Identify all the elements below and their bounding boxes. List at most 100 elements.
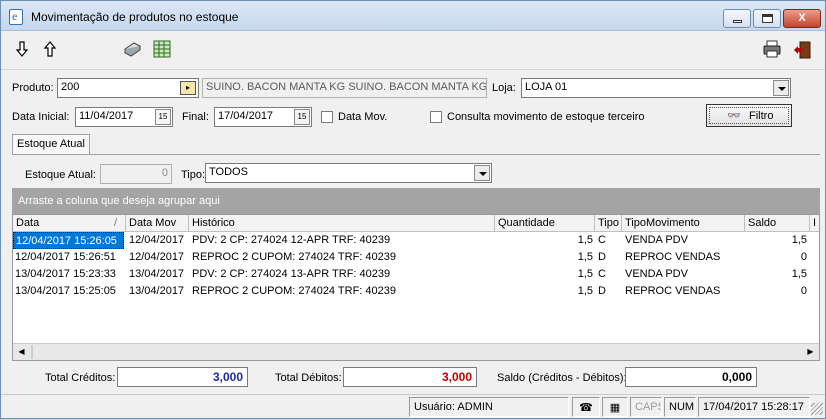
column-header-extra[interactable]: I [810, 215, 819, 232]
table-row[interactable]: 13/04/2017 15:25:05 13/04/2017 REPROC 2 … [13, 283, 819, 300]
estoque-atual-field: 0 [100, 164, 172, 184]
terceiro-checkbox[interactable] [430, 111, 442, 123]
cell-tipo-movimento[interactable]: VENDA PDV [623, 232, 745, 249]
grid-header: Data / Data Mov Histórico Quantidade Tip… [13, 215, 819, 232]
cell-tipo[interactable]: D [596, 249, 622, 266]
cell-historico[interactable]: PDV: 2 CP: 274024 12-APR TRF: 40239 [190, 232, 495, 249]
arrow-down-icon[interactable] [11, 40, 33, 62]
print-icon[interactable] [121, 40, 143, 62]
calendar-icon[interactable]: 15 [155, 109, 171, 125]
maximize-icon [762, 14, 773, 23]
movements-grid: Data / Data Mov Histórico Quantidade Tip… [12, 214, 820, 361]
group-by-area[interactable]: Arraste a coluna que deseja agrupar aqui [12, 188, 820, 214]
data-inicial-label: Data Inicial: [12, 111, 70, 123]
cell-saldo[interactable]: 1,5 [745, 266, 809, 283]
minimize-icon [733, 20, 742, 23]
status-user: Usuário: ADMIN [409, 397, 569, 417]
window-title: Movimentação de produtos no estoque [31, 10, 239, 24]
status-bar: Usuário: ADMIN ☎ ▦ CAPS NUM 17/04/2017 1… [1, 394, 825, 418]
cell-tipo[interactable]: C [596, 266, 622, 283]
table-row[interactable]: 12/04/2017 15:26:51 12/04/2017 REPROC 2 … [13, 249, 819, 266]
cell-tipo[interactable]: D [596, 283, 622, 300]
calendar-icon[interactable]: 15 [294, 109, 310, 125]
phone-icon: ☎ [572, 397, 600, 417]
tab-estoque-atual[interactable]: Estoque Atual [12, 134, 90, 155]
data-mov-checkbox[interactable] [321, 111, 333, 123]
printer-icon[interactable] [761, 40, 783, 62]
cell-tipo[interactable]: C [596, 232, 622, 249]
column-header-tipo[interactable]: Tipo [595, 215, 622, 232]
data-inicial-field[interactable]: 11/04/2017 15 [75, 107, 173, 127]
produto-description: SUINO. BACON MANTA KG SUINO. BACON MANTA… [202, 78, 487, 98]
close-button[interactable]: X [783, 9, 821, 28]
cell-historico[interactable]: PDV: 2 CP: 274024 13-APR TRF: 40239 [190, 266, 495, 283]
title-bar: Movimentação de produtos no estoque X [1, 1, 825, 31]
estoque-atual-label: Estoque Atual: [25, 169, 96, 181]
status-caps: CAPS [630, 397, 662, 417]
column-header-quantidade[interactable]: Quantidade [495, 215, 595, 232]
saldo-label: Saldo (Créditos - Débitos): [497, 372, 627, 384]
column-header-saldo[interactable]: Saldo [745, 215, 810, 232]
cell-quantidade[interactable]: 1,5 [495, 249, 595, 266]
scroll-thumb[interactable] [31, 345, 33, 359]
cell-saldo[interactable]: 1,5 [745, 232, 809, 249]
scroll-right-icon[interactable]: ▶ [802, 344, 819, 360]
minimize-button[interactable] [723, 9, 751, 28]
filtro-label: Filtro [749, 110, 774, 122]
data-mov-label: Data Mov. [338, 111, 388, 123]
final-label: Final: [182, 111, 209, 123]
cell-tipo-movimento[interactable]: REPROC VENDAS [623, 249, 745, 266]
cell-tipo-movimento[interactable]: VENDA PDV [623, 266, 745, 283]
produto-code-field[interactable]: 200 ▸ [57, 78, 199, 98]
table-row[interactable]: 13/04/2017 15:23:33 13/04/2017 PDV: 2 CP… [13, 266, 819, 283]
app-window: Movimentação de produtos no estoque X Pr… [0, 0, 826, 419]
table-row[interactable]: 12/04/2017 15:26:05 12/04/2017 PDV: 2 CP… [13, 232, 819, 249]
cell-saldo[interactable]: 0 [745, 249, 809, 266]
column-header-data[interactable]: Data / [13, 215, 126, 232]
chevron-down-icon[interactable] [773, 80, 789, 96]
column-header-historico[interactable]: Histórico [189, 215, 495, 232]
cell-tipo-movimento[interactable]: REPROC VENDAS [623, 283, 745, 300]
cell-data[interactable]: 12/04/2017 15:26:05 [13, 232, 124, 249]
search-folder-icon[interactable]: ▸ [180, 81, 196, 95]
tipo-select[interactable]: TODOS [205, 163, 492, 183]
cell-saldo[interactable]: 0 [745, 283, 809, 300]
cell-data-mov[interactable]: 13/04/2017 [127, 266, 189, 283]
horizontal-scrollbar[interactable]: ◀ ▶ [13, 343, 819, 360]
maximize-button[interactable] [753, 9, 781, 28]
binoculars-icon: 👓 [727, 110, 741, 122]
calculator-icon: ▦ [602, 397, 628, 417]
tipo-value: TODOS [209, 166, 248, 178]
cell-data-mov[interactable]: 13/04/2017 [127, 283, 189, 300]
cell-data[interactable]: 12/04/2017 15:26:51 [13, 249, 126, 266]
total-debitos-value: 3,000 [343, 367, 477, 387]
cell-historico[interactable]: REPROC 2 CUPOM: 274024 TRF: 40239 [190, 249, 495, 266]
chevron-down-icon[interactable] [474, 165, 490, 181]
filtro-button[interactable]: 👓 Filtro [706, 104, 792, 127]
arrow-up-icon[interactable] [39, 40, 61, 62]
loja-value: LOJA 01 [525, 81, 568, 93]
cell-data[interactable]: 13/04/2017 15:23:33 [13, 266, 126, 283]
data-final-field[interactable]: 17/04/2017 15 [214, 107, 312, 127]
loja-select[interactable]: LOJA 01 [521, 78, 791, 98]
cell-quantidade[interactable]: 1,5 [495, 266, 595, 283]
total-creditos-label: Total Créditos: [45, 372, 116, 384]
scroll-left-icon[interactable]: ◀ [13, 344, 30, 360]
column-header-data-mov[interactable]: Data Mov [126, 215, 189, 232]
cell-quantidade[interactable]: 1,5 [495, 232, 595, 249]
status-num: NUM [664, 397, 696, 417]
exit-door-icon[interactable] [791, 40, 813, 62]
cell-data-mov[interactable]: 12/04/2017 [127, 249, 189, 266]
sort-indicator: / [113, 217, 117, 229]
cell-data-mov[interactable]: 12/04/2017 [127, 232, 189, 249]
cell-quantidade[interactable]: 1,5 [495, 283, 595, 300]
total-debitos-label: Total Débitos: [275, 372, 342, 384]
data-final-value: 17/04/2017 [218, 110, 274, 122]
terceiro-label: Consulta movimento de estoque terceiro [447, 111, 645, 123]
cell-historico[interactable]: REPROC 2 CUPOM: 274024 TRF: 40239 [190, 283, 495, 300]
loja-label: Loja: [492, 82, 516, 94]
spreadsheet-icon[interactable] [151, 40, 173, 62]
column-header-tipo-movimento[interactable]: TipoMovimento [622, 215, 745, 232]
cell-data[interactable]: 13/04/2017 15:25:05 [13, 283, 126, 300]
resize-grip-icon[interactable] [811, 403, 823, 415]
